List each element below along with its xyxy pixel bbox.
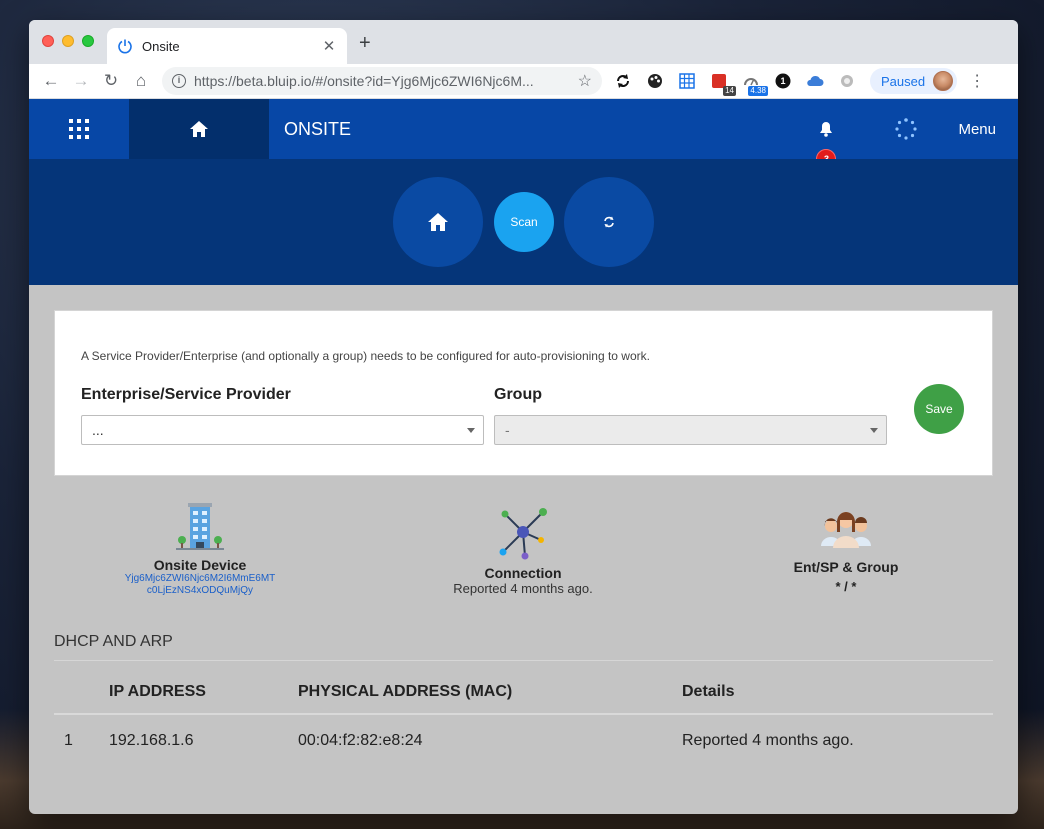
building-icon [176, 503, 224, 550]
new-tab-button[interactable]: + [359, 32, 371, 55]
scan-label: Scan [510, 215, 538, 229]
onepassword-label: 1 [780, 76, 786, 86]
connection-status: Reported 4 months ago. [453, 581, 593, 596]
circle-extension-icon[interactable] [838, 72, 856, 90]
user-group-icon [821, 512, 871, 548]
calendar-extension-icon[interactable]: 14 [710, 72, 736, 96]
maximize-window-button[interactable] [82, 35, 94, 47]
enterprise-label: Enterprise/Service Provider [81, 386, 291, 403]
extensions-area: 14 4.38 1 [614, 72, 856, 96]
bell-icon [820, 122, 833, 137]
tab-close-icon[interactable]: ✕ [321, 37, 337, 55]
page-title: ONSITE [284, 118, 352, 139]
refresh-action-button[interactable] [564, 177, 654, 267]
save-button[interactable]: Save [914, 384, 964, 434]
avatar [933, 71, 954, 91]
bookmark-star-icon[interactable]: ☆ [578, 71, 592, 91]
provisioning-card: A Service Provider/Enterprise (and optio… [54, 310, 993, 476]
palette-extension-icon[interactable] [646, 72, 664, 90]
enterprise-select[interactable]: ... [81, 415, 484, 445]
scan-button[interactable]: Scan [494, 192, 554, 252]
home-icon [428, 213, 448, 231]
tab-strip: Onsite ✕ + [29, 20, 1018, 64]
browser-window: Onsite ✕ + ← → ↻ ⌂ i https://beta.bluip.… [29, 20, 1018, 814]
forward-arrow-icon[interactable]: → [66, 71, 96, 91]
row-details: Reported 4 months ago. [682, 732, 854, 749]
connection-info: Connection Reported 4 months ago. [433, 504, 613, 596]
group-select[interactable]: - [494, 415, 887, 445]
provisioning-note: A Service Provider/Enterprise (and optio… [81, 349, 650, 363]
back-arrow-icon[interactable]: ← [36, 71, 66, 91]
grid-extension-icon[interactable] [678, 72, 696, 90]
row-ip-address: 192.168.1.6 [109, 732, 194, 749]
home-action-button[interactable] [393, 177, 483, 267]
info-icon[interactable]: i [172, 74, 186, 88]
onsite-device-id-line1[interactable]: Yjg6Mjc6ZWI6Njc6M2I6MmE6MT [110, 573, 290, 585]
home-nav-button[interactable] [129, 99, 269, 159]
close-window-button[interactable] [42, 35, 54, 47]
home-icon [190, 121, 208, 137]
group-select-value: - [505, 422, 510, 438]
chevron-down-icon [870, 428, 878, 433]
column-header-ip: IP ADDRESS [109, 683, 206, 700]
app-header: ONSITE 3 Menu [29, 99, 1018, 169]
more-menu-icon[interactable]: ⋮ [969, 71, 985, 91]
url-text[interactable]: https://beta.bluip.io/#/onsite?id=Yjg6Mj… [194, 73, 578, 89]
loading-dots-icon[interactable] [886, 118, 926, 140]
action-band: Scan [29, 159, 1018, 285]
browser-tab-onsite[interactable]: Onsite ✕ [107, 28, 347, 64]
refresh-icon [604, 216, 614, 228]
onsite-device-title: Onsite Device [153, 557, 247, 573]
section-divider [54, 660, 993, 661]
notifications-button[interactable]: 3 [806, 99, 846, 169]
speed-extension-icon[interactable]: 4.38 [742, 72, 768, 96]
reload-icon[interactable]: ↻ [96, 71, 126, 91]
sync-extension-icon[interactable] [614, 72, 632, 90]
row-index: 1 [64, 732, 73, 749]
onsite-device-id-line2[interactable]: c0LjEzNS4xODQuMjQy [110, 585, 290, 597]
apps-grid-icon[interactable] [29, 99, 129, 159]
dhcp-arp-section-title: DHCP AND ARP [54, 633, 173, 650]
column-header-details: Details [682, 683, 735, 700]
power-icon [118, 39, 132, 54]
column-header-mac: PHYSICAL ADDRESS (MAC) [298, 683, 513, 700]
save-label: Save [925, 402, 953, 416]
onsite-device-info: Onsite Device Yjg6Mjc6ZWI6Njc6M2I6MmE6MT… [110, 500, 290, 597]
profile-paused-label: Paused [881, 73, 926, 89]
cloud-extension-icon[interactable] [806, 72, 824, 90]
ent-sp-group-value: * / * [835, 579, 857, 594]
chevron-down-icon [467, 428, 475, 433]
ent-sp-group-info: Ent/SP & Group * / * [756, 506, 936, 594]
group-label: Group [494, 386, 542, 403]
browser-toolbar: ← → ↻ ⌂ i https://beta.bluip.io/#/onsite… [29, 64, 1018, 99]
ent-sp-group-title: Ent/SP & Group [793, 559, 899, 575]
home-icon[interactable]: ⌂ [126, 71, 156, 91]
enterprise-select-value: ... [92, 422, 104, 438]
minimize-window-button[interactable] [62, 35, 74, 47]
network-icon [499, 508, 547, 560]
address-bar[interactable]: i https://beta.bluip.io/#/onsite?id=Yjg6… [162, 67, 602, 95]
menu-button[interactable]: Menu [958, 121, 996, 138]
calendar-badge: 14 [723, 86, 736, 96]
profile-button[interactable]: Paused [870, 68, 958, 94]
table-header-divider [54, 713, 993, 715]
connection-title: Connection [484, 565, 562, 581]
speed-badge: 4.38 [748, 86, 768, 96]
row-mac-address: 00:04:f2:82:e8:24 [298, 732, 423, 749]
tab-title: Onsite [142, 38, 180, 54]
onepassword-extension-icon[interactable]: 1 [774, 72, 792, 90]
